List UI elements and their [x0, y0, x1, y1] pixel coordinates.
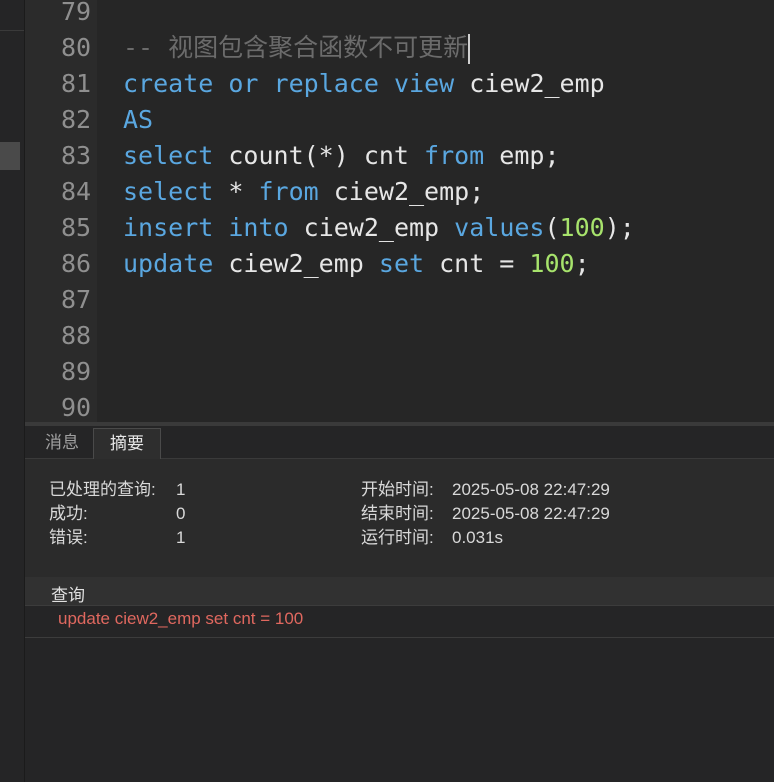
query-header-label: 查询 — [51, 586, 85, 605]
code-line[interactable]: 84 select * from ciew2_emp; — [25, 174, 774, 210]
code-text[interactable]: select * from ciew2_emp; — [123, 174, 484, 210]
sql-keyword: replace — [273, 69, 379, 98]
line-number: 89 — [61, 357, 92, 386]
code-text[interactable]: -- 视图包含聚合函数不可更新 — [123, 30, 471, 66]
code-token: ciew2_emp — [288, 213, 455, 242]
left-side-strip — [0, 0, 25, 782]
code-line[interactable]: 83 select count(*) cnt from emp; — [25, 138, 774, 174]
sql-editor[interactable]: 79 80 -- 视图包含聚合函数不可更新 81 create or replace v… — [25, 0, 774, 422]
code-token: emp; — [484, 141, 560, 170]
line-number: 81 — [61, 69, 92, 98]
elapsed-time-value: 0.031s — [452, 528, 504, 547]
code-text[interactable]: AS — [123, 102, 153, 138]
processed-value: 1 — [176, 480, 186, 499]
code-token: count(*) cnt — [213, 141, 425, 170]
line-number: 80 — [61, 33, 92, 62]
code-text[interactable]: insert into ciew2_emp values(100); — [123, 210, 635, 246]
end-time-label: 结束时间: — [361, 504, 434, 523]
numeric-literal: 100 — [559, 213, 605, 242]
sql-keyword: update — [123, 249, 214, 278]
code-line[interactable]: 79 — [25, 0, 774, 30]
code-token: ciew2_emp; — [318, 177, 485, 206]
summary-stats: 已处理的查询: 1 成功: 0 错误: 1 开始时间: 2025-05-08 2… — [25, 459, 774, 577]
left-strip-divider — [0, 30, 24, 31]
code-line[interactable]: 85 insert into ciew2_emp values(100); — [25, 210, 774, 246]
code-text[interactable]: update ciew2_emp set cnt = 100; — [123, 246, 590, 282]
sql-keyword: select — [123, 177, 214, 206]
sql-keyword: from — [424, 141, 485, 170]
code-line[interactable]: 86 update ciew2_emp set cnt = 100; — [25, 246, 774, 282]
query-row[interactable]: update ciew2_emp set cnt = 100 — [25, 606, 774, 638]
sql-keyword: from — [258, 177, 319, 206]
success-value: 0 — [176, 504, 186, 523]
sql-keyword: set — [378, 249, 425, 278]
code-token: cnt = — [424, 249, 530, 278]
line-number: 90 — [61, 393, 92, 422]
tab-summary[interactable]: 摘要 — [93, 428, 161, 459]
sql-keyword: AS — [123, 105, 154, 134]
left-strip-marker[interactable] — [0, 142, 20, 170]
code-token: ); — [604, 213, 635, 242]
success-label: 成功: — [49, 504, 88, 523]
code-line[interactable]: 90 — [25, 390, 774, 422]
sql-keyword: create — [123, 69, 214, 98]
code-line[interactable]: 88 — [25, 318, 774, 354]
line-number: 79 — [61, 0, 92, 26]
line-number: 85 — [61, 213, 92, 242]
code-line[interactable]: 89 — [25, 354, 774, 390]
sql-keyword: insert — [123, 213, 214, 242]
end-time-value: 2025-05-08 22:47:29 — [452, 504, 610, 523]
query-column-header: 查询 — [25, 577, 774, 606]
results-panel: 消息 摘要 已处理的查询: 1 成功: 0 错误: 1 开始时间: 2025-0… — [25, 422, 774, 782]
code-line[interactable]: 87 — [25, 282, 774, 318]
line-number: 84 — [61, 177, 92, 206]
code-token: ; — [574, 249, 590, 278]
query-text: update ciew2_emp set cnt = 100 — [58, 609, 304, 628]
code-text[interactable]: create or replace view ciew2_emp — [123, 66, 605, 102]
code-token: ( — [544, 213, 560, 242]
line-number: 87 — [61, 285, 92, 314]
results-tabs: 消息 摘要 — [25, 426, 774, 459]
code-token: ciew2_emp — [454, 69, 605, 98]
line-number: 83 — [61, 141, 92, 170]
sql-keyword: select — [123, 141, 214, 170]
numeric-literal: 100 — [529, 249, 575, 278]
line-number: 82 — [61, 105, 92, 134]
sql-keyword: into — [228, 213, 289, 242]
code-token: * — [213, 177, 259, 206]
code-line[interactable]: 81 create or replace view ciew2_emp — [25, 66, 774, 102]
processed-label: 已处理的查询: — [49, 480, 156, 499]
code-line[interactable]: 80 -- 视图包含聚合函数不可更新 — [25, 30, 774, 66]
line-number: 86 — [61, 249, 92, 278]
line-number: 88 — [61, 321, 92, 350]
code-text[interactable]: select count(*) cnt from emp; — [123, 138, 560, 174]
sql-keyword: or — [228, 69, 259, 98]
text-cursor — [468, 34, 471, 64]
code-token: ciew2_emp — [213, 249, 379, 278]
start-time-label: 开始时间: — [361, 480, 434, 499]
tab-messages[interactable]: 消息 — [31, 428, 94, 458]
error-label: 错误: — [49, 528, 88, 547]
elapsed-time-label: 运行时间: — [361, 528, 434, 547]
error-value: 1 — [176, 528, 186, 547]
code-line[interactable]: 82 AS — [25, 102, 774, 138]
sql-keyword: values — [454, 213, 545, 242]
sql-keyword: view — [393, 69, 455, 98]
sql-comment: -- 视图包含聚合函数不可更新 — [123, 33, 469, 62]
start-time-value: 2025-05-08 22:47:29 — [452, 480, 610, 499]
